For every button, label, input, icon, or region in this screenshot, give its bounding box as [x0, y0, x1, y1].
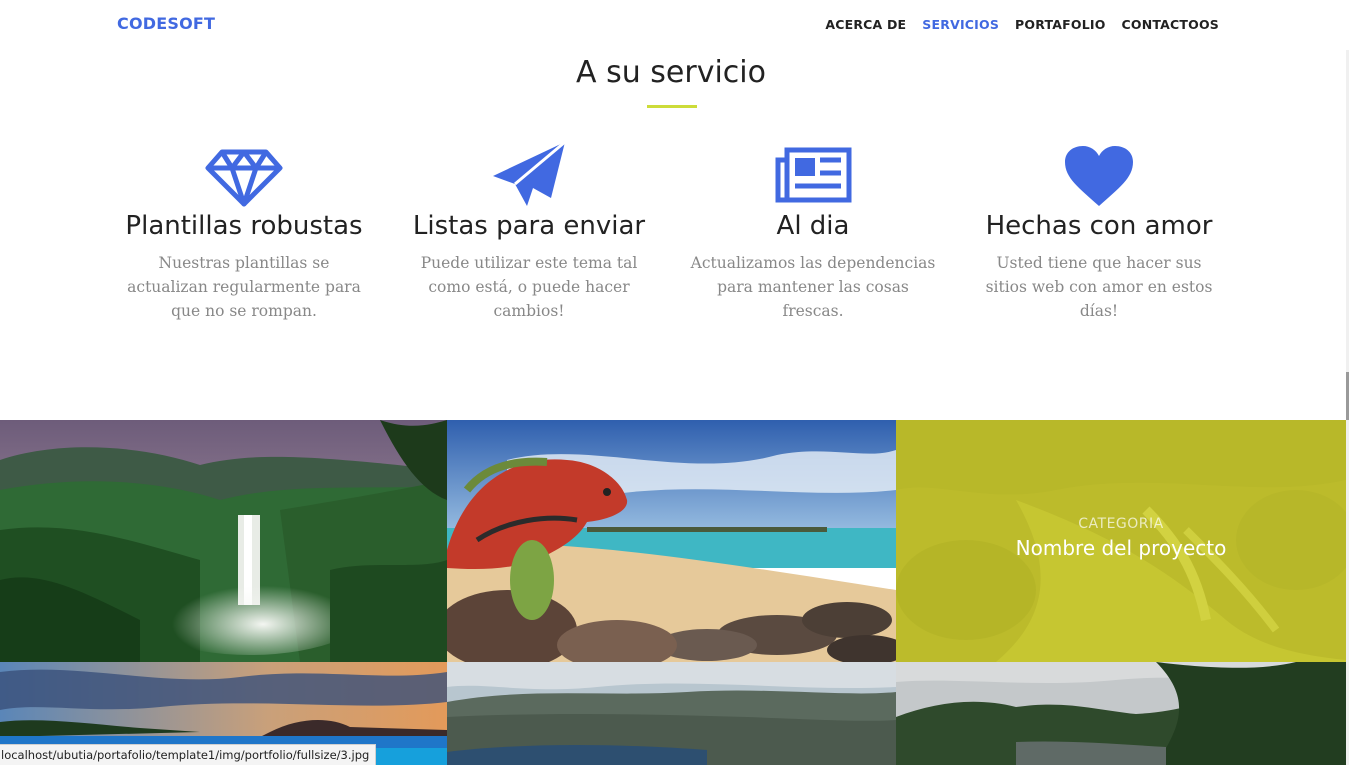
heart-icon [1065, 146, 1133, 206]
section-title: A su servicio [576, 55, 766, 90]
newspaper-icon [775, 147, 852, 203]
project-category: CATEGORIA [1078, 516, 1164, 532]
heading-divider [647, 105, 697, 108]
nav-links: ACERCA DE SERVICIOS PORTAFOLIO CONTACTOO… [825, 17, 1219, 32]
service-item: Hechas con amor Usted tiene que hacer su… [954, 140, 1244, 323]
portfolio-tile-waterfall[interactable] [0, 420, 447, 662]
nav-link-servicios[interactable]: SERVICIOS [922, 17, 999, 32]
nav-link-contactos[interactable]: CONTACTOOS [1122, 17, 1219, 32]
service-item: Plantillas robustas Nuestras plantillas … [99, 140, 389, 323]
project-name: Nombre del proyecto [1015, 536, 1227, 560]
navbar: CODESOFT ACERCA DE SERVICIOS PORTAFOLIO … [0, 0, 1349, 50]
service-text: Actualizamos las dependencias para mante… [690, 254, 936, 320]
waterfall-photo [0, 420, 447, 662]
service-title: Listas para enviar [412, 211, 646, 241]
service-text: Usted tiene que hacer sus sitios web con… [985, 254, 1213, 320]
portfolio-tile-jungle[interactable] [896, 662, 1346, 765]
service-title: Hechas con amor [985, 211, 1213, 241]
service-title: Plantillas robustas [125, 211, 363, 241]
service-item: Listas para enviar Puede utilizar este t… [384, 140, 674, 323]
portfolio-grid: CATEGORIA Nombre del proyecto [0, 420, 1346, 765]
portfolio-tile-iguana[interactable] [447, 420, 896, 662]
service-title: Al dia [776, 211, 850, 241]
portfolio-caption-overlay: CATEGORIA Nombre del proyecto [896, 420, 1346, 662]
paper-plane-icon [493, 140, 566, 206]
portfolio-tile-hover[interactable]: CATEGORIA Nombre del proyecto [896, 420, 1346, 662]
iguana-beach-photo [447, 420, 896, 662]
nav-link-acerca[interactable]: ACERCA DE [825, 17, 906, 32]
service-item: Al dia Actualizamos las dependencias par… [668, 140, 958, 323]
portfolio-tile-lake[interactable] [447, 662, 896, 765]
lake-crater-photo [447, 662, 896, 765]
jungle-river-photo [896, 662, 1346, 765]
nav-link-portafolio[interactable]: PORTAFOLIO [1015, 17, 1106, 32]
service-text: Puede utilizar este tema tal como está, … [420, 254, 638, 320]
diamond-icon [205, 149, 283, 207]
service-text: Nuestras plantillas se actualizan regula… [127, 254, 361, 320]
brand-logo[interactable]: CODESOFT [117, 14, 215, 33]
status-bar-url: localhost/ubutia/portafolio/template1/im… [0, 744, 377, 765]
